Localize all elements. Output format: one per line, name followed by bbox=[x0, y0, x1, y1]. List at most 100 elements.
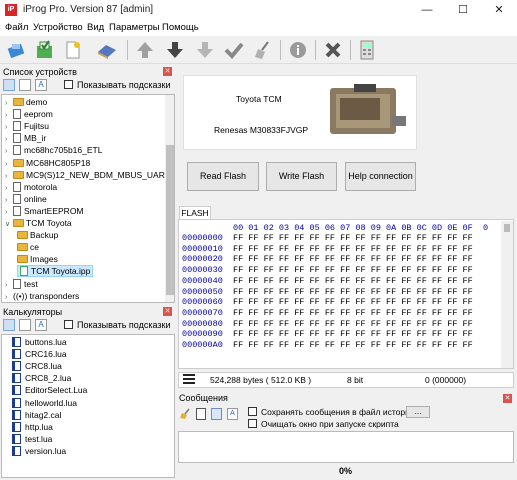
tree-view-icon[interactable] bbox=[3, 79, 15, 91]
document-icon bbox=[13, 205, 21, 216]
tree-small-icon[interactable] bbox=[211, 408, 222, 420]
calc-list-item[interactable]: EditorSelect.Lua bbox=[12, 384, 87, 396]
menu-settings[interactable]: Параметры bbox=[109, 22, 160, 33]
calc-list-item[interactable]: http.lua bbox=[12, 421, 53, 433]
messages-close-icon[interactable]: ✕ bbox=[503, 394, 512, 403]
calc-font-icon[interactable]: A bbox=[35, 319, 47, 331]
toolbar-separator bbox=[127, 40, 128, 60]
font-small-icon[interactable]: A bbox=[227, 408, 238, 420]
save-history-option[interactable]: Сохранять сообщения в файл истории bbox=[248, 407, 415, 417]
font-icon[interactable]: A bbox=[35, 79, 47, 91]
list-view-icon[interactable] bbox=[19, 79, 31, 91]
device-tree-item[interactable]: › mc68hc705b16_ETL bbox=[5, 144, 102, 156]
save-history-checkbox[interactable] bbox=[248, 407, 257, 416]
help-connection-button[interactable]: Help connection bbox=[345, 162, 416, 191]
lua-file-icon bbox=[12, 349, 21, 360]
device-tree: › demo › eeprom › Fujitsu › MB_ir › mc68hc705b16_… bbox=[1, 94, 175, 303]
device-panel-close-icon[interactable]: ✕ bbox=[163, 67, 172, 76]
save-icon[interactable] bbox=[34, 39, 56, 61]
device-hints-option[interactable]: Показывать подсказки bbox=[64, 80, 170, 90]
device-tree-item[interactable]: › Fujitsu bbox=[5, 120, 49, 132]
device-tree-item[interactable]: › online bbox=[5, 193, 47, 205]
device-tree-scroll-thumb[interactable] bbox=[166, 145, 174, 295]
menu-help[interactable]: Помощь bbox=[162, 22, 199, 33]
arrow-down-icon[interactable] bbox=[164, 39, 186, 61]
broom-small-icon[interactable] bbox=[179, 408, 191, 422]
device-tree-item[interactable]: › MC68HC805P18 bbox=[5, 157, 90, 169]
device-tree-item-label: Backup bbox=[30, 230, 59, 241]
calc-list-item[interactable]: hitag2.cal bbox=[12, 409, 61, 421]
device-tree-item[interactable]: › motorola bbox=[5, 181, 57, 193]
menu-view[interactable]: Вид bbox=[87, 22, 104, 33]
device-tree-item-label: MB_ir bbox=[24, 133, 47, 144]
calc-list-item-label: http.lua bbox=[25, 421, 53, 432]
hex-scroll-thumb[interactable] bbox=[504, 224, 510, 232]
tab-flash[interactable]: FLASH bbox=[179, 206, 211, 219]
calc-list-item[interactable]: test.lua bbox=[12, 433, 52, 445]
folder-icon bbox=[13, 219, 24, 227]
calc-list-item[interactable]: CRC8.lua bbox=[12, 360, 62, 372]
delete-icon[interactable] bbox=[322, 39, 344, 61]
lua-file-icon bbox=[12, 445, 21, 456]
calculator-icon[interactable] bbox=[356, 39, 378, 61]
write-flash-button[interactable]: Write Flash bbox=[266, 162, 337, 191]
calc-list-item[interactable]: version.lua bbox=[12, 445, 66, 457]
hex-scrollbar[interactable] bbox=[501, 221, 513, 368]
device-tree-item[interactable]: TCM Toyota.ipp bbox=[17, 265, 94, 278]
maximize-button[interactable]: ☐ bbox=[445, 0, 481, 20]
arrow-down-light-icon[interactable] bbox=[194, 39, 216, 61]
device-tree-item-label: ce bbox=[30, 242, 39, 253]
device-tree-item[interactable]: › test bbox=[5, 278, 38, 290]
arrow-up-icon[interactable] bbox=[134, 39, 156, 61]
calc-list-item[interactable]: helloworld.lua bbox=[12, 397, 77, 409]
device-tree-item[interactable]: ∨ TCM Toyota bbox=[5, 217, 72, 229]
device-tree-item[interactable]: › demo bbox=[5, 96, 47, 108]
calc-hints-option[interactable]: Показывать подсказки bbox=[64, 320, 170, 330]
calc-list-item[interactable]: CRC8_2.lua bbox=[12, 372, 71, 384]
device-tree-item-label: Images bbox=[30, 254, 58, 265]
new-file-icon[interactable] bbox=[62, 39, 84, 61]
checkmark-icon[interactable] bbox=[223, 39, 245, 61]
device-tree-item[interactable]: ce bbox=[17, 241, 39, 253]
device-panel-header: Список устройств bbox=[3, 67, 77, 77]
messages-area[interactable] bbox=[178, 431, 514, 463]
device-hints-checkbox[interactable] bbox=[64, 80, 73, 89]
open-icon[interactable] bbox=[6, 39, 28, 61]
chevron-down-icon[interactable]: ∨ bbox=[5, 219, 13, 231]
calc-list-item[interactable]: buttons.lua bbox=[12, 336, 67, 348]
browse-button[interactable]: ... bbox=[406, 406, 430, 418]
calc-list-item-label: CRC16.lua bbox=[25, 349, 67, 360]
device-tree-item[interactable]: Images bbox=[17, 253, 58, 265]
calc-list-item[interactable]: CRC16.lua bbox=[12, 348, 67, 360]
device-tree-item-label: TCM Toyota.ipp bbox=[31, 266, 91, 277]
calc-tree-view-icon[interactable] bbox=[3, 319, 15, 331]
calc-panel-close-icon[interactable]: ✕ bbox=[163, 307, 172, 316]
eraser-icon[interactable] bbox=[96, 39, 118, 61]
info-icon[interactable] bbox=[287, 39, 309, 61]
device-tree-item[interactable]: › eeprom bbox=[5, 108, 53, 120]
device-tree-scrollbar[interactable] bbox=[165, 95, 174, 302]
hex-data[interactable]: FF FF FF FF FF FF FF FF FF FF FF FF FF F… bbox=[233, 233, 473, 351]
close-button[interactable]: ✕ bbox=[481, 0, 517, 20]
read-flash-button[interactable]: Read Flash bbox=[187, 162, 259, 191]
device-tree-item[interactable]: › MC9(S)12_NEW_BDM_MBUS_UART bbox=[5, 169, 170, 181]
clear-window-checkbox[interactable] bbox=[248, 419, 257, 428]
calc-hints-checkbox[interactable] bbox=[64, 320, 73, 329]
app-icon: iP bbox=[5, 4, 17, 16]
broom-icon[interactable] bbox=[252, 39, 274, 61]
calc-list-view-icon[interactable] bbox=[19, 319, 31, 331]
chevron-right-icon[interactable]: › bbox=[5, 292, 13, 302]
device-tree-item[interactable]: › MB_ir bbox=[5, 132, 46, 144]
clear-window-option[interactable]: Очищать окно при запуске скрипта bbox=[248, 419, 399, 429]
menu-file[interactable]: Файл bbox=[5, 22, 28, 33]
menu-device[interactable]: Устройство bbox=[33, 22, 83, 33]
menu-lines-icon[interactable] bbox=[183, 374, 195, 386]
device-tree-item[interactable]: › SmartEEPROM bbox=[5, 205, 84, 217]
minimize-button[interactable]: — bbox=[409, 0, 445, 20]
copy-icon[interactable] bbox=[196, 408, 206, 420]
toolbar-separator bbox=[280, 40, 281, 60]
device-tree-item-label: MC9(S)12_NEW_BDM_MBUS_UART bbox=[26, 169, 170, 180]
progress-label: 0% bbox=[339, 466, 353, 476]
device-tree-item[interactable]: Backup bbox=[17, 229, 58, 241]
device-tree-item[interactable]: › ((•)) transponders bbox=[5, 290, 79, 302]
